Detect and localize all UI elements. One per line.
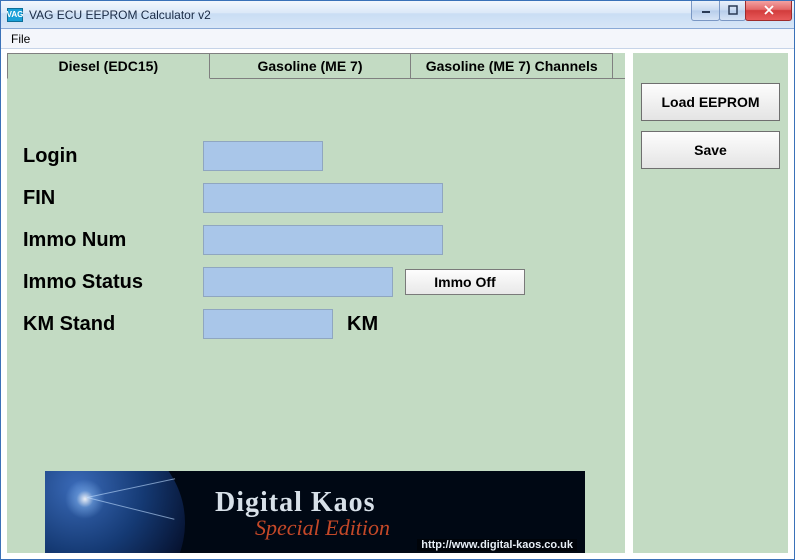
window-buttons: [692, 1, 792, 21]
banner: Digital Kaos Special Edition http://www.…: [45, 471, 585, 553]
tab-label: Gasoline (ME 7): [257, 58, 362, 74]
immostatus-label: Immo Status: [23, 271, 203, 294]
tab-gasoline-me7-channels[interactable]: Gasoline (ME 7) Channels: [410, 53, 613, 79]
immo-off-button[interactable]: Immo Off: [405, 269, 525, 295]
maximize-button[interactable]: [719, 1, 746, 21]
banner-subtitle: Special Edition: [255, 515, 390, 541]
fin-field[interactable]: [203, 183, 443, 213]
titlebar[interactable]: VAG VAG ECU EEPROM Calculator v2: [1, 1, 794, 29]
km-label: KM Stand: [23, 313, 203, 336]
fin-label: FIN: [23, 187, 203, 210]
row-fin: FIN: [23, 183, 613, 213]
tab-diesel-edc15[interactable]: Diesel (EDC15): [7, 53, 210, 79]
minimize-button[interactable]: [691, 1, 720, 21]
minimize-icon: [701, 5, 711, 15]
row-immostatus: Immo Status Immo Off: [23, 267, 613, 297]
window-title: VAG ECU EEPROM Calculator v2: [29, 8, 692, 22]
login-field[interactable]: [203, 141, 323, 171]
immostatus-field[interactable]: [203, 267, 393, 297]
row-km: KM Stand KM: [23, 309, 613, 339]
tab-spacer: [613, 53, 625, 79]
km-field[interactable]: [203, 309, 333, 339]
load-eeprom-button[interactable]: Load EEPROM: [641, 83, 780, 121]
app-icon: VAG: [7, 8, 23, 22]
tab-label: Gasoline (ME 7) Channels: [426, 58, 598, 74]
tab-strip: Diesel (EDC15) Gasoline (ME 7) Gasoline …: [7, 53, 625, 79]
immonum-label: Immo Num: [23, 229, 203, 252]
banner-url: http://www.digital-kaos.co.uk: [417, 539, 577, 551]
immonum-field[interactable]: [203, 225, 443, 255]
close-icon: [763, 5, 775, 15]
menu-file[interactable]: File: [5, 31, 36, 47]
save-button[interactable]: Save: [641, 131, 780, 169]
row-login: Login: [23, 141, 613, 171]
side-panel: Load EEPROM Save: [633, 53, 788, 553]
tab-gasoline-me7[interactable]: Gasoline (ME 7): [209, 53, 412, 79]
client-area: Diesel (EDC15) Gasoline (ME 7) Gasoline …: [1, 49, 794, 559]
tab-label: Diesel (EDC15): [59, 58, 159, 74]
main-panel: Diesel (EDC15) Gasoline (ME 7) Gasoline …: [7, 53, 625, 553]
maximize-icon: [728, 5, 738, 15]
km-unit: KM: [347, 313, 378, 336]
menubar: File: [1, 29, 794, 49]
close-button[interactable]: [745, 1, 792, 21]
row-immonum: Immo Num: [23, 225, 613, 255]
tab-content: Login FIN Immo Num Immo Status Immo Off: [7, 79, 625, 553]
login-label: Login: [23, 145, 203, 168]
app-window: VAG VAG ECU EEPROM Calculator v2 File Di…: [0, 0, 795, 560]
